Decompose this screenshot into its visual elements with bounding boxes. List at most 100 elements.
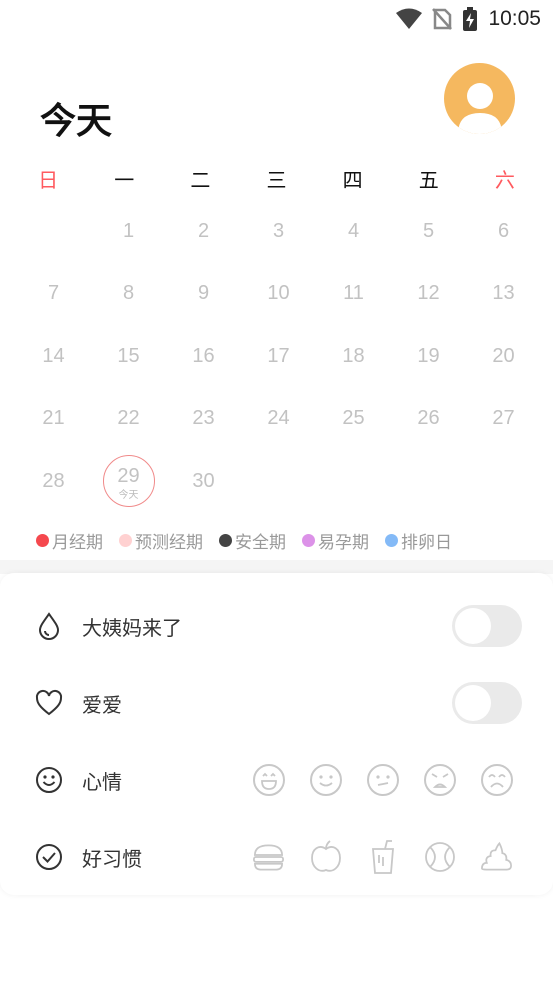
apple-icon[interactable]	[308, 840, 343, 875]
drink-icon[interactable]	[365, 840, 400, 875]
legend-predicted: 预测经期	[119, 528, 203, 553]
heart-icon	[34, 688, 64, 718]
legend-safe: 安全期	[219, 528, 286, 553]
day-cell[interactable]: 22	[91, 388, 166, 451]
mood-label: 心情	[82, 769, 122, 794]
day-cell[interactable]: 21	[16, 388, 91, 451]
day-cell[interactable]: 25	[316, 388, 391, 451]
legend-label: 预测经期	[135, 533, 203, 552]
day-cell[interactable]: 3	[241, 200, 316, 263]
weekday-mon: 一	[114, 168, 135, 192]
calendar-grid: 1 2 3 4 5 6 7 8 9 10 11 12 13 14 15 16 1…	[16, 200, 541, 513]
day-cell[interactable]: 6	[466, 200, 541, 263]
legend-dot	[385, 534, 398, 547]
today-day-number: 29	[117, 464, 140, 487]
weekday-thu: 四	[342, 168, 363, 192]
day-cell[interactable]: 19	[391, 325, 466, 388]
day-cell[interactable]: 24	[241, 388, 316, 451]
day-cell	[316, 450, 391, 513]
weekday-fri: 五	[418, 168, 439, 192]
day-cell[interactable]: 23	[166, 388, 241, 451]
user-icon	[458, 83, 502, 134]
day-cell[interactable]: 14	[16, 325, 91, 388]
weekday-sat: 六	[494, 168, 515, 192]
legend-dot	[219, 534, 232, 547]
day-cell[interactable]: 17	[241, 325, 316, 388]
page-title: 今天	[40, 101, 113, 142]
status-bar: 10:05	[0, 0, 553, 40]
day-cell[interactable]: 8	[91, 263, 166, 326]
records-card: 大姨妈来了 爱爱 心情 好习惯	[0, 573, 553, 895]
day-cell	[16, 200, 91, 263]
avatar[interactable]	[444, 63, 515, 134]
legend-dot	[119, 534, 132, 547]
day-cell[interactable]: 7	[16, 263, 91, 326]
day-cell[interactable]: 16	[166, 325, 241, 388]
legend-dot	[302, 534, 315, 547]
poop-icon[interactable]	[479, 840, 514, 875]
legend-label: 排卵日	[401, 533, 452, 552]
legend-dot	[36, 534, 49, 547]
day-cell[interactable]: 9	[166, 263, 241, 326]
habit-options	[251, 840, 514, 875]
cry-face-icon[interactable]	[479, 763, 514, 798]
day-cell[interactable]: 18	[316, 325, 391, 388]
day-cell[interactable]: 12	[391, 263, 466, 326]
day-cell	[241, 450, 316, 513]
angry-face-icon[interactable]	[422, 763, 457, 798]
no-sim-icon	[432, 8, 453, 30]
love-toggle[interactable]	[452, 682, 522, 724]
love-row: 爱爱	[34, 680, 524, 726]
habits-label: 好习惯	[82, 846, 142, 871]
day-cell[interactable]: 26	[391, 388, 466, 451]
day-cell	[466, 450, 541, 513]
day-cell[interactable]: 4	[316, 200, 391, 263]
mood-row: 心情	[34, 757, 524, 803]
ball-icon[interactable]	[422, 840, 457, 875]
section-divider	[0, 560, 553, 574]
smiley-icon	[34, 765, 64, 795]
day-cell[interactable]: 28	[16, 450, 91, 513]
period-label: 大姨妈来了	[82, 615, 182, 640]
drop-icon	[34, 611, 64, 641]
legend: 月经期 预测经期 安全期 易孕期 排卵日	[36, 528, 536, 553]
today-label: 今天	[118, 490, 139, 501]
day-cell[interactable]: 27	[466, 388, 541, 451]
day-cell[interactable]: 13	[466, 263, 541, 326]
smile-face-icon[interactable]	[308, 763, 343, 798]
day-cell[interactable]: 5	[391, 200, 466, 263]
wifi-icon	[396, 8, 423, 29]
day-cell	[391, 450, 466, 513]
day-cell[interactable]: 20	[466, 325, 541, 388]
weekday-header: 日 一 二 三 四 五 六	[10, 164, 543, 193]
habits-row: 好习惯	[34, 834, 524, 880]
legend-label: 安全期	[235, 533, 286, 552]
love-label: 爱爱	[82, 692, 122, 717]
toggle-knob	[455, 608, 491, 644]
laugh-face-icon[interactable]	[251, 763, 286, 798]
battery-charging-icon	[463, 7, 478, 31]
legend-ovulation: 排卵日	[385, 528, 452, 553]
day-cell-today[interactable]: 29 今天	[91, 450, 166, 513]
legend-period: 月经期	[36, 528, 103, 553]
day-cell[interactable]: 30	[166, 450, 241, 513]
day-cell[interactable]: 10	[241, 263, 316, 326]
toggle-knob	[455, 685, 491, 721]
mood-options	[251, 763, 514, 798]
weekday-wed: 三	[266, 168, 287, 192]
weekday-tue: 二	[190, 168, 211, 192]
day-cell[interactable]: 11	[316, 263, 391, 326]
period-row: 大姨妈来了	[34, 603, 524, 649]
legend-fertile: 易孕期	[302, 528, 369, 553]
day-cell[interactable]: 2	[166, 200, 241, 263]
neutral-face-icon[interactable]	[365, 763, 400, 798]
day-cell[interactable]: 1	[91, 200, 166, 263]
check-circle-icon	[34, 842, 64, 872]
clock: 10:05	[488, 7, 541, 30]
day-cell[interactable]: 15	[91, 325, 166, 388]
legend-label: 易孕期	[318, 533, 369, 552]
legend-label: 月经期	[52, 533, 103, 552]
weekday-sun: 日	[38, 168, 59, 192]
period-toggle[interactable]	[452, 605, 522, 647]
food-icon[interactable]	[251, 840, 286, 875]
